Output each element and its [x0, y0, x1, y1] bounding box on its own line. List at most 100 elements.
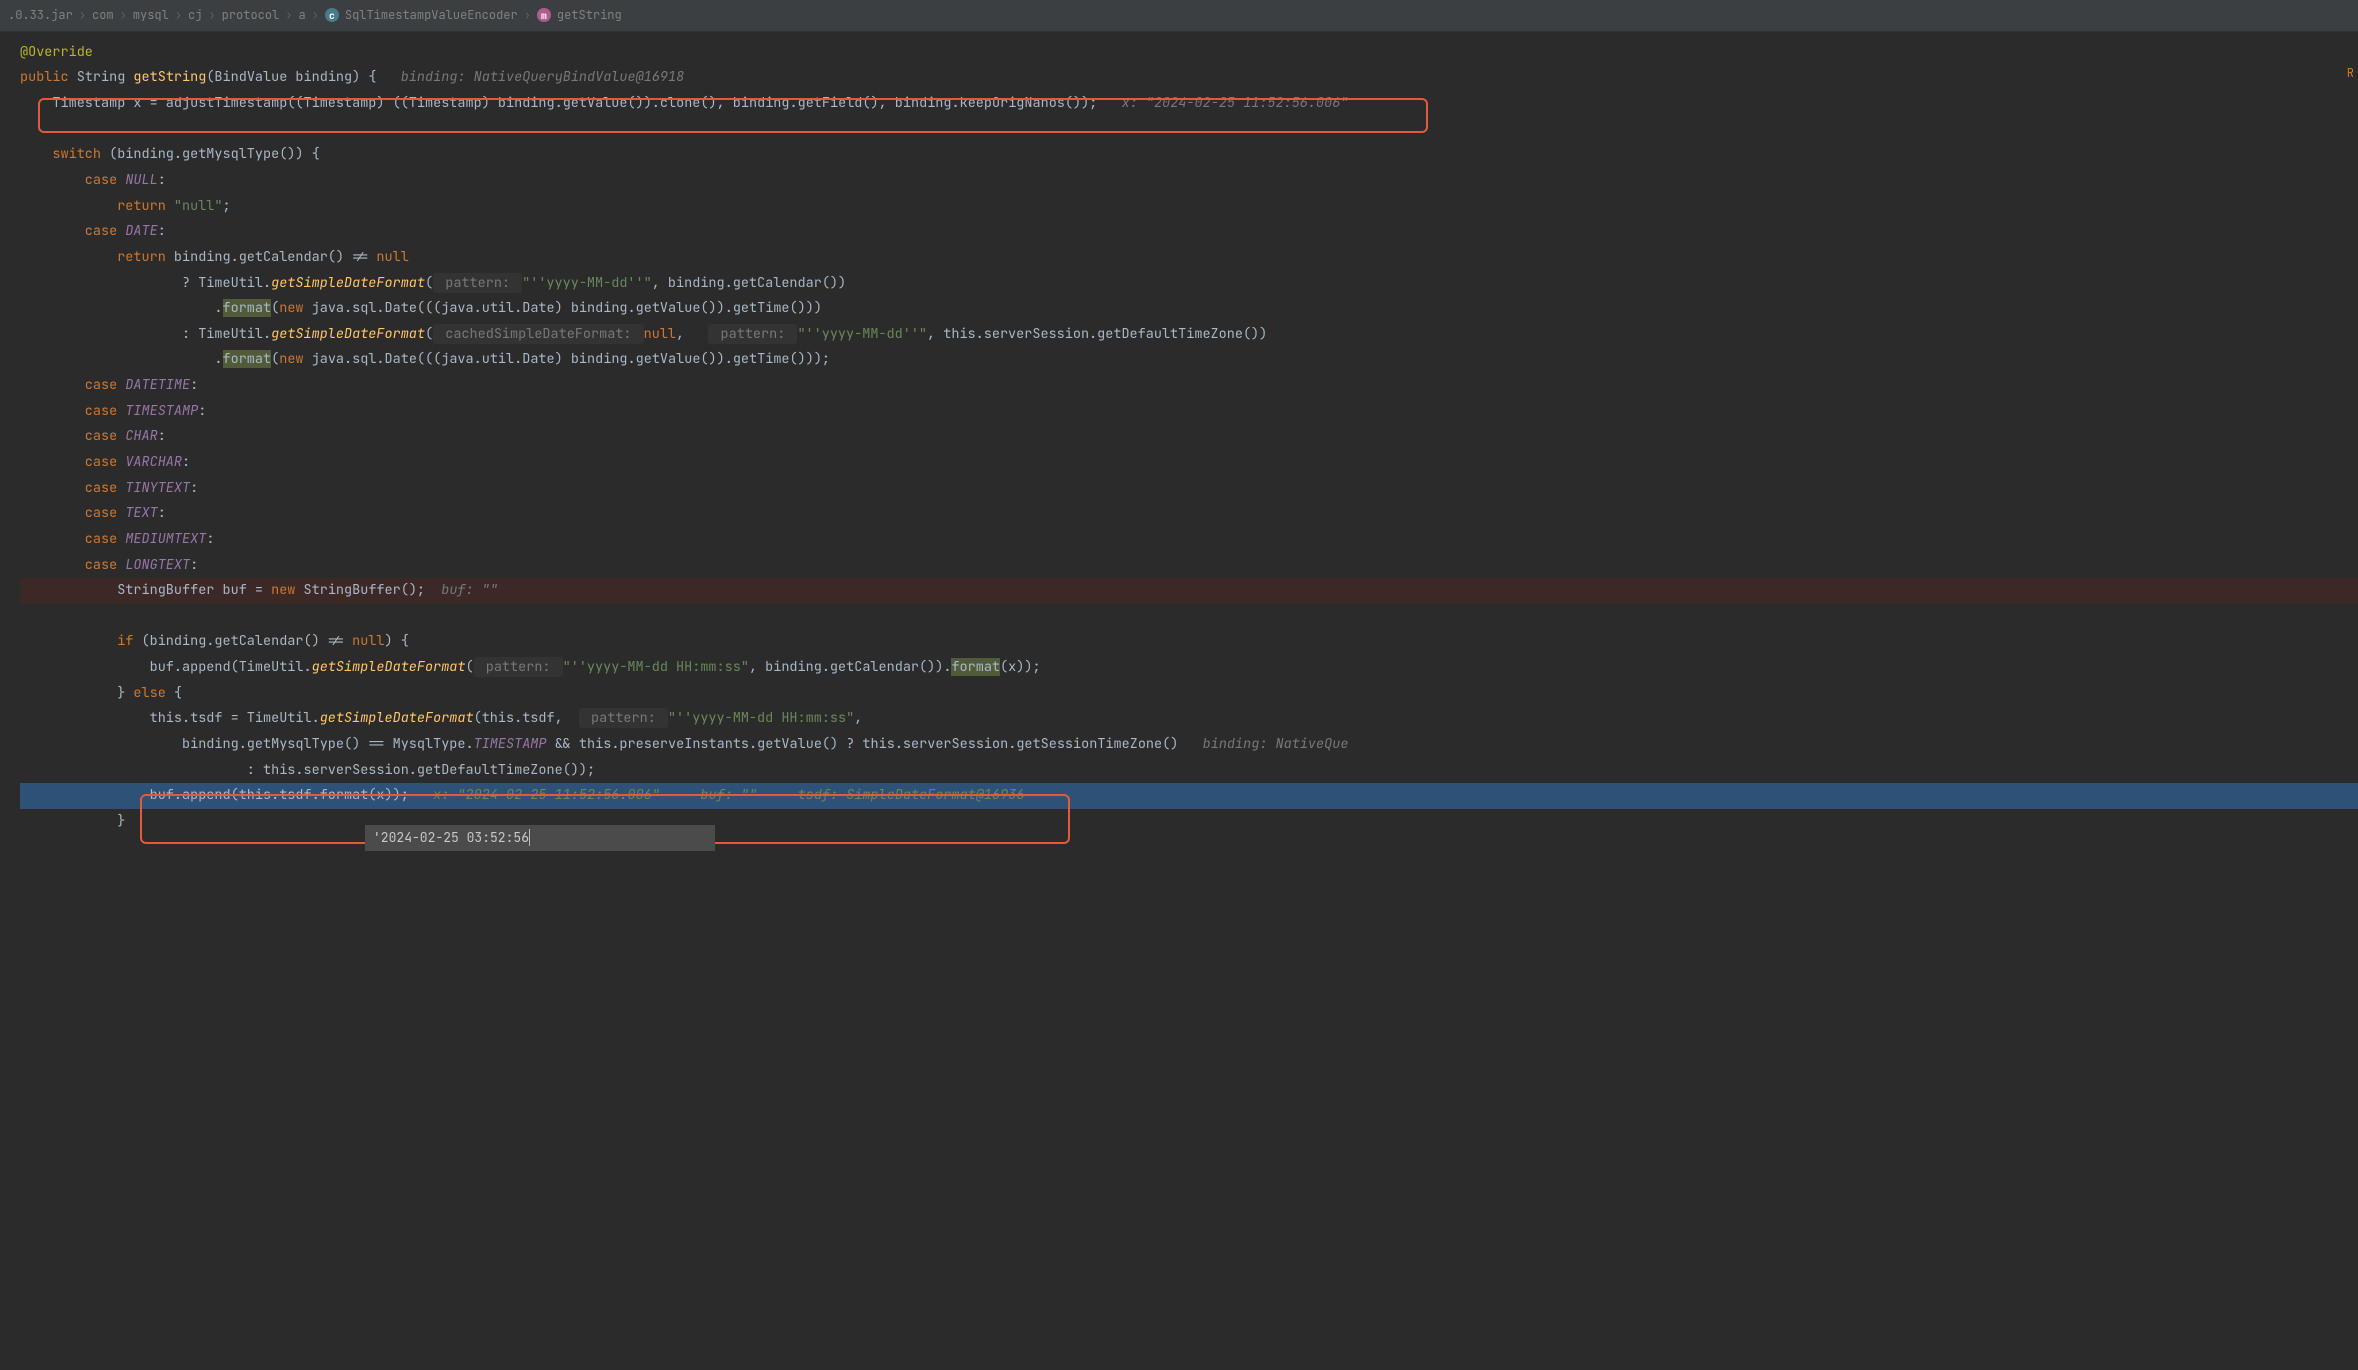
code-text: : — [190, 376, 198, 394]
string-literal: "null" — [174, 197, 223, 215]
keyword: public — [20, 68, 69, 86]
gutter-indicator: R — [2347, 62, 2354, 85]
breadcrumb[interactable]: .0.33.jar › com › mysql › cj › protocol … — [0, 0, 2358, 32]
code-text: : — [158, 427, 166, 445]
code-text: , binding.getCalendar()). — [749, 658, 952, 676]
breadcrumb-jar[interactable]: .0.33.jar — [8, 4, 73, 27]
inline-debug-hint: binding: NativeQue — [1203, 735, 1349, 753]
code-text: : — [158, 222, 166, 240]
keyword: case — [20, 427, 125, 445]
parameter-hint: pattern: — [579, 708, 668, 728]
evaluate-result: '2024-02-25 03:52:56 — [373, 829, 529, 846]
code-text: } — [20, 684, 133, 702]
code-text: ( — [425, 274, 433, 292]
breadcrumb-pkg[interactable]: protocol — [222, 4, 280, 27]
code-text: : — [158, 504, 166, 522]
code-text: java.sql.Date(((java.util.Date) binding.… — [304, 299, 822, 317]
parameter-hint: cachedSimpleDateFormat: — [433, 324, 644, 344]
inline-debug-hint: binding: NativeQueryBindValue@16918 — [401, 68, 685, 86]
keyword: case — [20, 222, 125, 240]
code-text: ) { — [385, 632, 409, 650]
inline-debug-hint: tsdf: SimpleDateFormat@16936 — [798, 786, 1025, 804]
code-text: : — [206, 530, 214, 548]
code-text: ; — [223, 197, 231, 215]
code-text: : — [182, 453, 190, 471]
keyword: new — [279, 350, 303, 368]
keyword: case — [20, 402, 125, 420]
keyword: else — [133, 684, 165, 702]
code-text: } — [20, 812, 125, 830]
chevron-right-icon: › — [175, 4, 182, 27]
code-text: (binding.getCalendar() != — [133, 632, 352, 650]
code-text: : TimeUtil. — [20, 325, 271, 343]
static-method: getSimpleDateFormat — [312, 658, 466, 676]
constant: MEDIUMTEXT — [125, 530, 206, 548]
chevron-right-icon: › — [120, 4, 127, 27]
keyword: case — [20, 530, 125, 548]
constant: TEXT — [125, 504, 157, 522]
keyword: case — [20, 171, 125, 189]
keyword: new — [279, 299, 303, 317]
spacer — [757, 786, 798, 804]
code-text: : — [190, 556, 198, 574]
string-literal: "''yyyy-MM-dd''" — [797, 325, 927, 343]
constant: TIMESTAMP — [125, 402, 198, 420]
code-text: this.tsdf = TimeUtil. — [20, 709, 320, 727]
breadcrumb-method[interactable]: getString — [557, 4, 622, 27]
keyword: null — [644, 325, 676, 343]
parameter-hint: pattern: — [474, 657, 563, 677]
keyword: null — [352, 632, 384, 650]
code-text: . — [20, 299, 223, 317]
code-text: java.sql.Date(((java.util.Date) binding.… — [304, 350, 831, 368]
code-text: { — [166, 684, 182, 702]
code-text: : this.serverSession.getDefaultTimeZone(… — [20, 761, 595, 779]
code-text: buf.append(this.tsdf.format(x)); — [20, 786, 433, 804]
constant: NULL — [125, 171, 157, 189]
code-text: StringBuffer(); — [295, 581, 441, 599]
code-text: ( — [425, 325, 433, 343]
code-text: : — [198, 402, 206, 420]
code-text: && this.preserveInstants.getValue() ? th… — [547, 735, 1203, 753]
type: String — [69, 68, 134, 86]
code-text: (BindValue binding) { — [206, 68, 400, 86]
evaluate-expression-popup[interactable]: '2024-02-25 03:52:56 — [365, 825, 715, 852]
code-text: ( — [271, 299, 279, 317]
method-call: format — [223, 350, 272, 368]
keyword: case — [20, 453, 125, 471]
code-text: , — [676, 325, 708, 343]
breadcrumb-class[interactable]: SqlTimestampValueEncoder — [345, 4, 518, 27]
breadcrumb-pkg[interactable]: mysql — [133, 4, 169, 27]
string-literal: "''yyyy-MM-dd''" — [522, 274, 652, 292]
code-text: . — [20, 350, 223, 368]
inline-debug-hint: buf: "" — [700, 786, 757, 804]
annotation: @Override — [20, 43, 93, 61]
static-method: getSimpleDateFormat — [271, 274, 425, 292]
constant: TIMESTAMP — [474, 735, 547, 753]
parameter-hint: pattern: — [433, 273, 522, 293]
inline-debug-hint: x: "2024-02-25 11:52:56.006" — [433, 786, 660, 804]
code-text: ? TimeUtil. — [20, 274, 271, 292]
breadcrumb-pkg[interactable]: com — [92, 4, 114, 27]
code-editor[interactable]: R @Override public String getString(Bind… — [0, 32, 2358, 843]
constant: DATE — [125, 222, 157, 240]
method-name: getString — [133, 68, 206, 86]
breadcrumb-pkg[interactable]: cj — [188, 4, 202, 27]
code-text: , binding.getCalendar()) — [652, 274, 846, 292]
code-text: ( — [466, 658, 474, 676]
chevron-right-icon: › — [285, 4, 292, 27]
spacer — [660, 786, 701, 804]
constant: CHAR — [125, 427, 157, 445]
keyword: case — [20, 556, 125, 574]
keyword: null — [376, 248, 408, 266]
keyword: case — [20, 376, 125, 394]
code-text: (binding.getMysqlType()) { — [101, 145, 320, 163]
string-literal: "''yyyy-MM-dd HH:mm:ss" — [668, 709, 854, 727]
code-text: Timestamp x = adjustTimestamp((Timestamp… — [20, 94, 1122, 112]
keyword: if — [20, 632, 133, 650]
method-call: format — [951, 658, 1000, 676]
breadcrumb-pkg[interactable]: a — [298, 4, 305, 27]
parameter-hint: pattern: — [708, 324, 797, 344]
constant: DATETIME — [125, 376, 190, 394]
inline-debug-hint: buf: "" — [441, 581, 498, 599]
method-call: format — [223, 299, 272, 317]
